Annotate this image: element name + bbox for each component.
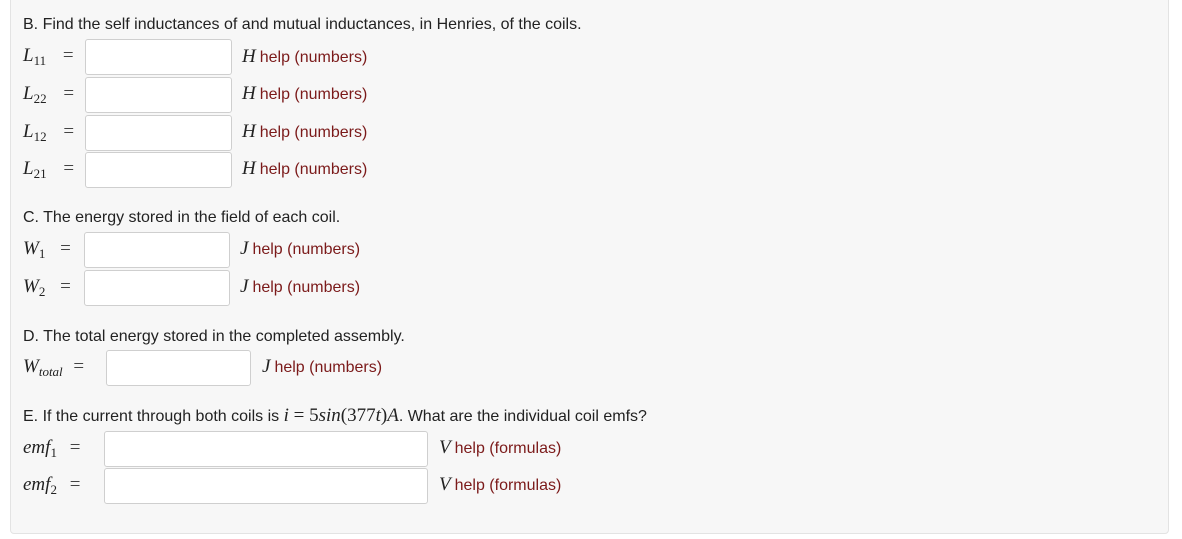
wtotal-help-link[interactable]: help (numbers) — [274, 359, 382, 376]
l22-label: L22 = — [23, 83, 75, 106]
l21-label: L21 = — [23, 158, 75, 181]
emf1-input[interactable] — [104, 431, 428, 467]
section-d-heading: D. The total energy stored in the comple… — [23, 328, 405, 345]
section-e-heading: E. If the current through both coils is … — [23, 405, 647, 426]
l21-unit-help: Hhelp (numbers) — [242, 158, 368, 179]
w1-input[interactable] — [84, 232, 230, 268]
l11-input[interactable] — [85, 39, 232, 75]
emf1-unit-help: Vhelp (formulas) — [439, 437, 562, 458]
l12-label: L12 = — [23, 121, 75, 144]
w2-input[interactable] — [84, 270, 230, 306]
w1-label: W1 = — [23, 238, 71, 261]
l22-unit-help: Hhelp (numbers) — [242, 83, 368, 104]
section-b-heading: B. Find the self inductances of and mutu… — [23, 16, 582, 33]
l12-unit-help: Hhelp (numbers) — [242, 121, 368, 142]
emf2-input[interactable] — [104, 468, 428, 504]
w2-unit-help: Jhelp (numbers) — [240, 276, 361, 297]
emf2-label: emf2 = — [23, 474, 81, 497]
emf2-help-link[interactable]: help (formulas) — [455, 477, 562, 494]
w2-help-link[interactable]: help (numbers) — [252, 279, 360, 296]
w2-label: W2 = — [23, 276, 71, 299]
wtotal-input[interactable] — [106, 350, 251, 386]
l11-unit-help: Hhelp (numbers) — [242, 46, 368, 67]
l11-help-link[interactable]: help (numbers) — [260, 49, 368, 66]
w1-help-link[interactable]: help (numbers) — [252, 241, 360, 258]
l22-help-link[interactable]: help (numbers) — [260, 86, 368, 103]
emf1-label: emf1 = — [23, 437, 81, 460]
l21-help-link[interactable]: help (numbers) — [260, 161, 368, 178]
w1-unit-help: Jhelp (numbers) — [240, 238, 361, 259]
l12-help-link[interactable]: help (numbers) — [260, 124, 368, 141]
wtotal-unit-help: Jhelp (numbers) — [262, 356, 383, 377]
l12-input[interactable] — [85, 115, 232, 151]
l11-label: L11 = — [23, 45, 74, 68]
current-expression: i = 5sin(377t)A — [283, 405, 399, 426]
emf2-unit-help: Vhelp (formulas) — [439, 474, 562, 495]
emf1-help-link[interactable]: help (formulas) — [455, 440, 562, 457]
l21-input[interactable] — [85, 152, 232, 188]
section-c-heading: C. The energy stored in the field of eac… — [23, 209, 341, 226]
wtotal-label: Wtotal = — [23, 356, 85, 379]
l22-input[interactable] — [85, 77, 232, 113]
